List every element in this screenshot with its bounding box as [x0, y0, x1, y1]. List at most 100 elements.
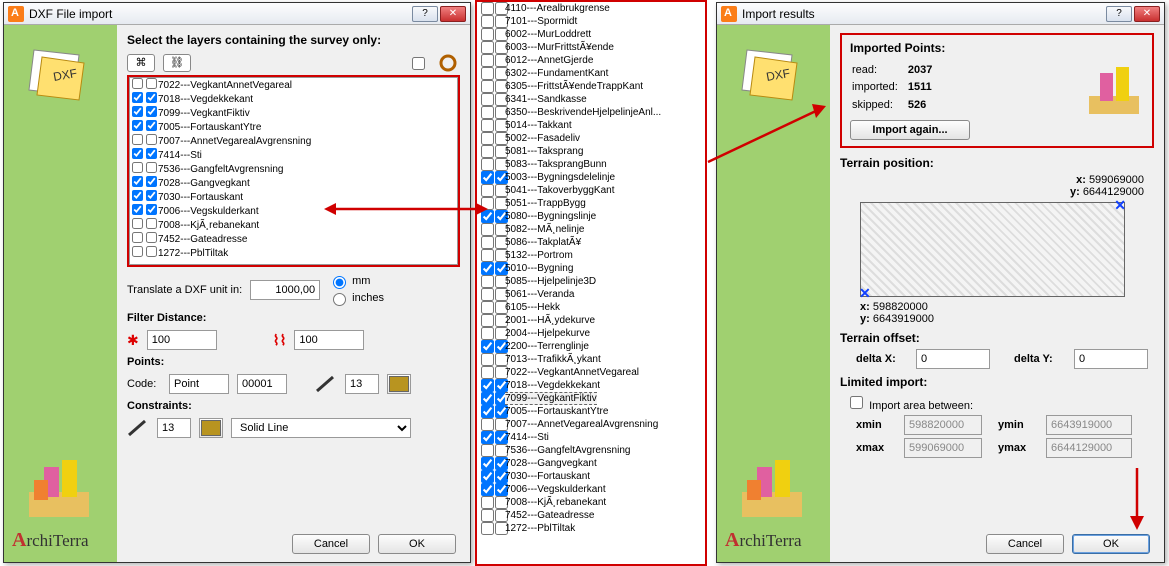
ymax-input[interactable] [1046, 438, 1132, 458]
layer-row[interactable]: 6002---MurLoddrett [477, 28, 705, 41]
layer-row[interactable]: 7452---Gateadresse [130, 232, 457, 246]
cancel-button[interactable]: Cancel [292, 534, 370, 554]
layer-row[interactable]: 7028---Gangvegkant [477, 457, 705, 470]
layer-row[interactable]: 7099---VegkantFiktiv [130, 106, 457, 120]
layer-row[interactable]: 7018---Vegdekkekant [477, 379, 705, 392]
translate-input[interactable] [250, 280, 320, 300]
layer-cb1[interactable] [132, 204, 143, 215]
layer-cb1[interactable] [132, 78, 143, 89]
layer-row[interactable]: 7022---VegkantAnnetVegareal [130, 78, 457, 92]
layer-cb2[interactable] [146, 162, 157, 173]
layer-cb1[interactable] [132, 246, 143, 257]
layer-row[interactable]: 6350---BeskrivendeHjelpelinjeAnl... [477, 106, 705, 119]
code-num-input[interactable] [237, 374, 287, 394]
layer-cb2[interactable] [146, 176, 157, 187]
layer-cb2[interactable] [146, 232, 157, 243]
area-between-check[interactable]: Import area between: [846, 400, 973, 412]
layer-row[interactable]: 7008---KjÃ¸rebanekant [130, 218, 457, 232]
filter2-input[interactable] [294, 330, 364, 350]
layer-row[interactable]: 6302---FundamentKant [477, 67, 705, 80]
layer-row[interactable]: 7030---Fortauskant [477, 470, 705, 483]
pen-input[interactable] [345, 374, 379, 394]
layer-row[interactable]: 7452---Gateadresse [477, 509, 705, 522]
layer-row[interactable]: 6341---Sandkasse [477, 93, 705, 106]
layer-row[interactable]: 6012---AnnetGjerde [477, 54, 705, 67]
layer-row[interactable]: 7536---GangfeltAvgrensning [130, 162, 457, 176]
layer-row[interactable]: 5041---TakoverbyggKant [477, 184, 705, 197]
layer-row[interactable]: 7028---Gangvegkant [130, 176, 457, 190]
layer-cb2[interactable] [146, 78, 157, 89]
import-again-button[interactable]: Import again... [850, 120, 970, 140]
help-button[interactable]: ? [1106, 6, 1132, 22]
layer-row[interactable]: 1272---PblTiltak [130, 246, 457, 260]
layer-row[interactable]: 5081---Taksprang [477, 145, 705, 158]
swatch-btn[interactable] [387, 374, 411, 394]
layer-cb2[interactable] [146, 204, 157, 215]
layer-cb1[interactable] [132, 92, 143, 103]
titlebar[interactable]: Import results ? ✕ [717, 3, 1164, 25]
layer-row[interactable]: 7013---TrafikkÃ¸ykant [477, 353, 705, 366]
close-button[interactable]: ✕ [1134, 6, 1160, 22]
layer-row[interactable]: 7018---Vegdekkekant [130, 92, 457, 106]
layer-row[interactable]: 5132---Portrom [477, 249, 705, 262]
layer-cb1[interactable] [132, 106, 143, 117]
layer-cb1[interactable] [132, 148, 143, 159]
layer-row[interactable]: 7101---Spormidt [477, 15, 705, 28]
link-icon-btn[interactable]: ⌘ [127, 54, 155, 72]
deltay-input[interactable] [1074, 349, 1148, 369]
xmin-input[interactable] [904, 415, 982, 435]
layer-row[interactable]: 7006---Vegskulderkant [477, 483, 705, 496]
help-button[interactable]: ? [412, 6, 438, 22]
layer-row[interactable]: 7414---Sti [130, 148, 457, 162]
layer-cb2[interactable] [146, 106, 157, 117]
layer-row[interactable]: 7536---GangfeltAvgrensning [477, 444, 705, 457]
layer-row[interactable]: 6305---FrittstÃ¥endeTrappKant [477, 80, 705, 93]
titlebar[interactable]: DXF File import ? ✕ [4, 3, 470, 25]
cancel-button[interactable]: Cancel [986, 534, 1064, 554]
close-button[interactable]: ✕ [440, 6, 466, 22]
layer-row[interactable]: 7008---KjÃ¸rebanekant [477, 496, 705, 509]
layer-row[interactable]: 2004---Hjelpekurve [477, 327, 705, 340]
layer-cb2[interactable] [146, 120, 157, 131]
layer-list[interactable]: 7022---VegkantAnnetVegareal7018---Vegdek… [129, 77, 458, 265]
layer-row[interactable]: 2001---HÃ¸ydekurve [477, 314, 705, 327]
layer-row[interactable]: 5080---Bygningslinje [477, 210, 705, 223]
layer-cb2[interactable] [146, 92, 157, 103]
code-input[interactable] [169, 374, 229, 394]
layer-row[interactable]: 7007---AnnetVegarealAvgrensning [477, 418, 705, 431]
layer-row[interactable]: 1272---PblTiltak [477, 522, 705, 535]
ok-button[interactable]: OK [1072, 534, 1150, 554]
chain-icon-btn[interactable]: ⛓ [163, 54, 191, 72]
layer-row[interactable]: 5085---Hjelpelinje3D [477, 275, 705, 288]
layer-row[interactable]: 5082---MÃ¸nelinje [477, 223, 705, 236]
line-style-select[interactable]: Solid Line [231, 418, 411, 438]
layer-row[interactable]: 5086---TakplatÃ¥ [477, 236, 705, 249]
gear-icon-btn[interactable] [436, 53, 460, 73]
layer-cb1[interactable] [132, 218, 143, 229]
layer-row[interactable]: 7006---Vegskulderkant [130, 204, 457, 218]
filter1-input[interactable] [147, 330, 217, 350]
layer-row[interactable]: 5061---Veranda [477, 288, 705, 301]
layer-row[interactable]: 6003---MurFrittstÃ¥ende [477, 41, 705, 54]
layer-row[interactable]: 7030---Fortauskant [130, 190, 457, 204]
xmax-input[interactable] [904, 438, 982, 458]
layer-row[interactable]: 5014---Takkant [477, 119, 705, 132]
layer-cb1[interactable] [132, 162, 143, 173]
layer-row[interactable]: 2200---Terrenglinje [477, 340, 705, 353]
ok-button[interactable]: OK [378, 534, 456, 554]
ymin-input[interactable] [1046, 415, 1132, 435]
layer-cb1[interactable] [132, 232, 143, 243]
layer-row[interactable]: 7005---FortauskantYtre [477, 405, 705, 418]
layer-cb2[interactable] [146, 148, 157, 159]
layer-cb1[interactable] [132, 176, 143, 187]
toggle-checkbox[interactable] [412, 57, 425, 70]
layer-row[interactable]: 5003---Bygningsdelelinje [477, 171, 705, 184]
layer-row[interactable]: 7099---VegkantFiktiv [477, 392, 705, 405]
layer-cb2[interactable] [146, 218, 157, 229]
layer-cb2[interactable] [146, 246, 157, 257]
unit-mm-radio[interactable] [333, 276, 346, 289]
layer-cb1[interactable] [132, 120, 143, 131]
layer-row[interactable]: 6105---Hekk [477, 301, 705, 314]
layer-row[interactable]: 5051---TrappBygg [477, 197, 705, 210]
layer-row[interactable]: 5002---Fasadeliv [477, 132, 705, 145]
